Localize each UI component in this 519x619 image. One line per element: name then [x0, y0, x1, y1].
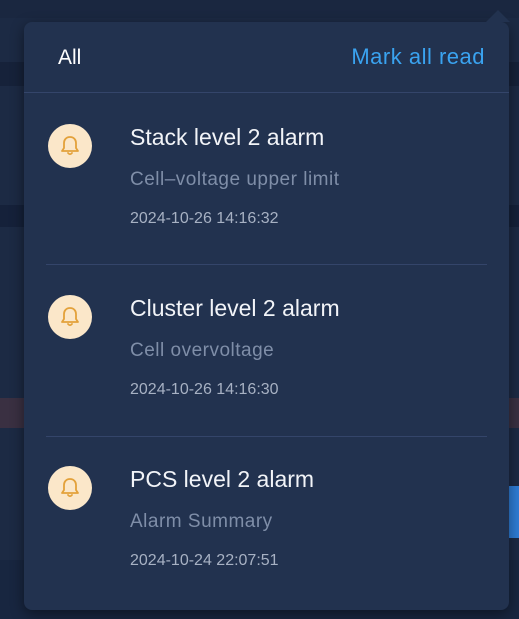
tab-all[interactable]: All [58, 46, 81, 70]
notification-description: Cell overvoltage [130, 340, 275, 361]
notification-item[interactable]: Cluster level 2 alarm Cell overvoltage 2… [24, 263, 509, 433]
bell-icon [48, 466, 92, 510]
notification-title: PCS level 2 alarm [130, 466, 315, 492]
notification-description: Cell–voltage upper limit [130, 169, 340, 190]
notification-item[interactable]: PCS level 2 alarm Alarm Summary 2024-10-… [24, 434, 509, 604]
notification-description: Alarm Summary [130, 511, 273, 532]
mark-all-read-button[interactable]: Mark all read [351, 44, 485, 70]
background-top-bar [0, 0, 519, 18]
bell-icon [48, 295, 92, 339]
bell-icon [48, 124, 92, 168]
notification-timestamp: 2024-10-26 14:16:32 [130, 210, 279, 227]
notification-header: All Mark all read [24, 22, 509, 93]
notification-timestamp: 2024-10-24 22:07:51 [130, 552, 279, 569]
notification-popover: All Mark all read Stack level 2 alarm Ce… [24, 10, 510, 610]
notification-item[interactable]: Stack level 2 alarm Cell–voltage upper l… [24, 92, 509, 262]
notification-timestamp: 2024-10-26 14:16:30 [130, 381, 279, 398]
notification-title: Stack level 2 alarm [130, 124, 325, 150]
notification-title: Cluster level 2 alarm [130, 295, 340, 321]
popover-caret [486, 10, 510, 22]
